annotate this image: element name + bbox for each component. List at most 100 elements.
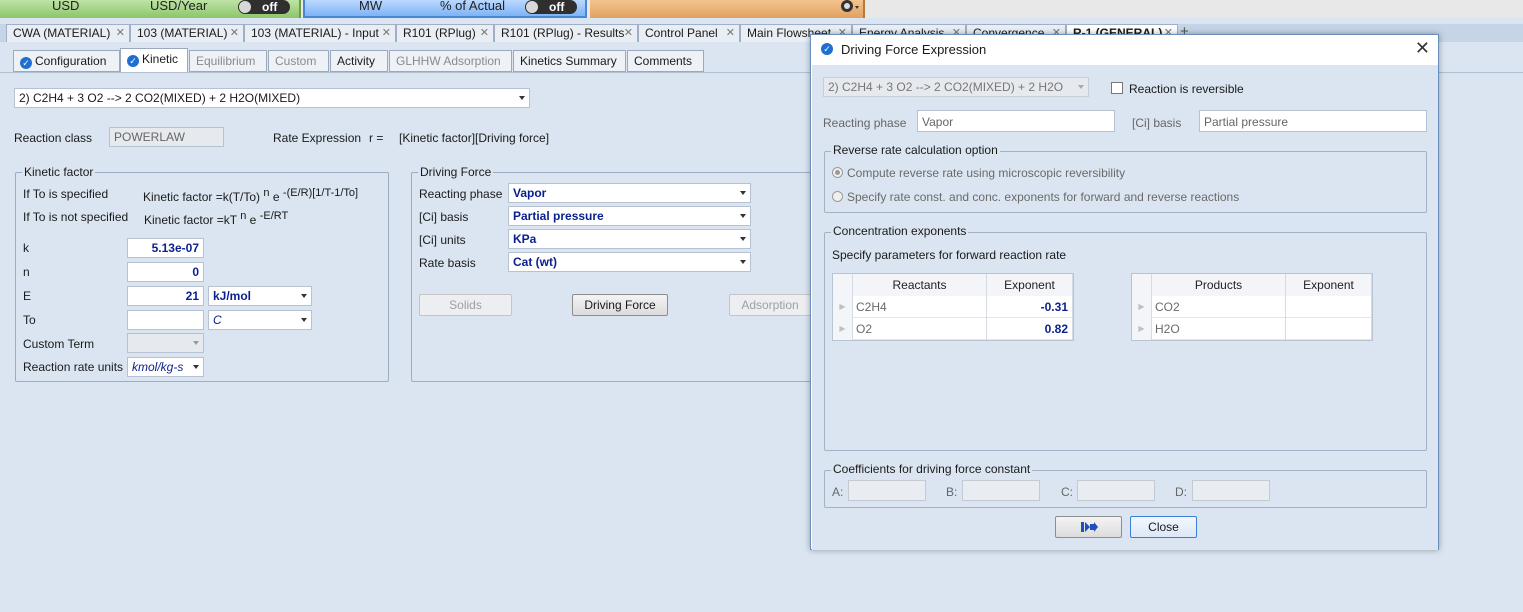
rate-units-select[interactable]: kmol/kg-s	[127, 357, 204, 377]
chevron-down-icon	[193, 341, 199, 345]
coef-a-label: A:	[832, 485, 844, 499]
To-field[interactable]	[127, 310, 204, 330]
driving-force-dialog: ✓ Driving Force Expression ✕ 2) C2H4 + 3…	[810, 34, 1439, 550]
dialog-title: Driving Force Expression	[841, 42, 987, 57]
doc-tab-cwa[interactable]: CWA (MATERIAL) ✕	[6, 24, 130, 42]
chevron-down-icon	[193, 365, 199, 369]
cost-toggle[interactable]: off	[238, 0, 290, 14]
close-button[interactable]: Close	[1130, 516, 1197, 538]
dialog-reacting-phase-field: Vapor	[917, 110, 1115, 132]
cost-rate: USD/Year	[150, 0, 208, 13]
reacting-phase-select[interactable]: Vapor	[508, 183, 751, 203]
reverse-option-specify[interactable]: Specify rate const. and conc. exponents …	[832, 190, 1239, 204]
concentration-exponents-title: Concentration exponents	[831, 224, 969, 238]
doc-tab-r101-results[interactable]: R101 (RPlug) - Results ✕	[494, 24, 638, 42]
doc-tab-r101[interactable]: R101 (RPlug) ✕	[396, 24, 494, 42]
close-icon[interactable]: ✕	[726, 26, 735, 39]
tab-custom[interactable]: Custom	[268, 50, 329, 72]
E-unit-select[interactable]: kJ/mol	[208, 286, 312, 306]
ci-basis-select[interactable]: Partial pressure	[508, 206, 751, 226]
tab-configuration[interactable]: ✓ Configuration	[13, 50, 120, 72]
table-row[interactable]: ▶ CO2	[1132, 296, 1372, 318]
emissions-panel	[590, 0, 865, 18]
chevron-down-icon	[519, 96, 525, 100]
doc-tab-103-input[interactable]: 103 (MATERIAL) - Input ✕	[244, 24, 396, 42]
close-icon[interactable]: ✕	[382, 26, 391, 39]
close-icon[interactable]: ✕	[1415, 38, 1430, 59]
next-button[interactable]	[1055, 516, 1122, 538]
solids-button[interactable]: Solids	[419, 294, 512, 316]
dialog-ci-basis-field: Partial pressure	[1199, 110, 1427, 132]
gauge-icon[interactable]	[839, 0, 861, 14]
custom-term-select	[127, 333, 204, 353]
row-selector-icon: ▶	[1132, 318, 1152, 340]
doc-tab-103[interactable]: 103 (MATERIAL) ✕	[130, 24, 244, 42]
tab-comments[interactable]: Comments	[627, 50, 704, 72]
reverse-option-microscopic[interactable]: Compute reverse rate using microscopic r…	[832, 166, 1125, 180]
reaction-class-label: Reaction class	[14, 131, 93, 145]
kinetic-factor-title: Kinetic factor	[22, 165, 96, 179]
To-label: To	[23, 313, 36, 327]
check-circle-icon: ✓	[127, 55, 139, 67]
coefficients-title: Coefficients for driving force constant	[831, 462, 1033, 476]
reaction-select[interactable]: 2) C2H4 + 3 O2 --> 2 CO2(MIXED) + 2 H2O(…	[14, 88, 530, 108]
dialog-reacting-phase-label: Reacting phase	[823, 116, 907, 130]
table-row[interactable]: ▶ H2O	[1132, 318, 1372, 340]
driving-force-button[interactable]: Driving Force	[572, 294, 668, 316]
tab-activity[interactable]: Activity	[330, 50, 388, 72]
close-icon[interactable]: ✕	[230, 26, 239, 39]
rate-expression-r: r =	[369, 131, 384, 145]
custom-term-label: Custom Term	[23, 337, 95, 351]
reacting-phase-label: Reacting phase	[419, 187, 503, 201]
rate-expression-value: [Kinetic factor][Driving force]	[399, 131, 550, 145]
reaction-class-field: POWERLAW	[109, 127, 224, 147]
if-to-not-specified-label: If To is not specified	[23, 210, 129, 224]
tab-kinetics-summary[interactable]: Kinetics Summary	[513, 50, 626, 72]
check-circle-icon: ✓	[821, 43, 833, 55]
if-to-specified-label: If To is specified	[23, 187, 109, 201]
chevron-down-icon	[740, 260, 746, 264]
chevron-down-icon	[740, 237, 746, 241]
chevron-down-icon	[1078, 85, 1084, 89]
coef-d-field	[1192, 480, 1270, 501]
ci-basis-label: [Ci] basis	[419, 210, 469, 224]
reversible-checkbox[interactable]	[1111, 82, 1123, 94]
reversible-label: Reaction is reversible	[1129, 82, 1244, 96]
close-icon[interactable]: ✕	[624, 26, 633, 39]
coefficients-group: Coefficients for driving force constant …	[824, 462, 1427, 508]
close-icon[interactable]: ✕	[480, 26, 489, 39]
reactants-table: Reactants Exponent ▶ C2H4 -0.31 ▶ O2 0.8…	[832, 273, 1074, 341]
n-field[interactable]: 0	[127, 262, 204, 282]
cost-unit: USD	[52, 0, 80, 13]
ci-units-select[interactable]: KPa	[508, 229, 751, 249]
row-selector-icon: ▶	[833, 318, 853, 340]
row-selector-icon: ▶	[1132, 296, 1152, 318]
chevron-down-icon	[301, 318, 307, 322]
rate-basis-label: Rate basis	[419, 256, 476, 270]
products-exponent-header: Exponent	[1286, 274, 1372, 296]
chevron-down-icon	[740, 214, 746, 218]
tab-glhhw-adsorption[interactable]: GLHHW Adsorption	[389, 50, 512, 72]
kinetic-factor-formula-2: Kinetic factor =kT n e -E/RT	[144, 210, 289, 227]
table-row[interactable]: ▶ C2H4 -0.31	[833, 296, 1073, 318]
dialog-titlebar[interactable]: ✓ Driving Force Expression ✕	[811, 35, 1438, 65]
reactants-exponent-header: Exponent	[987, 274, 1073, 296]
rate-basis-select[interactable]: Cat (wt)	[508, 252, 751, 272]
coef-a-field	[848, 480, 926, 501]
To-unit-select[interactable]: C	[208, 310, 312, 330]
reactants-header: Reactants	[853, 274, 987, 296]
adsorption-button[interactable]: Adsorption	[729, 294, 811, 316]
tab-kinetic[interactable]: ✓ Kinetic	[120, 48, 188, 72]
driving-force-group: Driving Force	[411, 165, 811, 382]
coef-c-field	[1077, 480, 1155, 501]
close-icon[interactable]: ✕	[116, 26, 125, 39]
cost-panel: USD USD/Year off	[0, 0, 301, 18]
k-field[interactable]: 5.13e-07	[127, 238, 204, 258]
tab-equilibrium[interactable]: Equilibrium	[189, 50, 267, 72]
table-row[interactable]: ▶ O2 0.82	[833, 318, 1073, 340]
driving-force-title: Driving Force	[418, 165, 494, 179]
chevron-down-icon	[301, 294, 307, 298]
doc-tab-control-panel[interactable]: Control Panel ✕	[638, 24, 740, 42]
energy-toggle[interactable]: off	[525, 0, 577, 14]
E-field[interactable]: 21	[127, 286, 204, 306]
